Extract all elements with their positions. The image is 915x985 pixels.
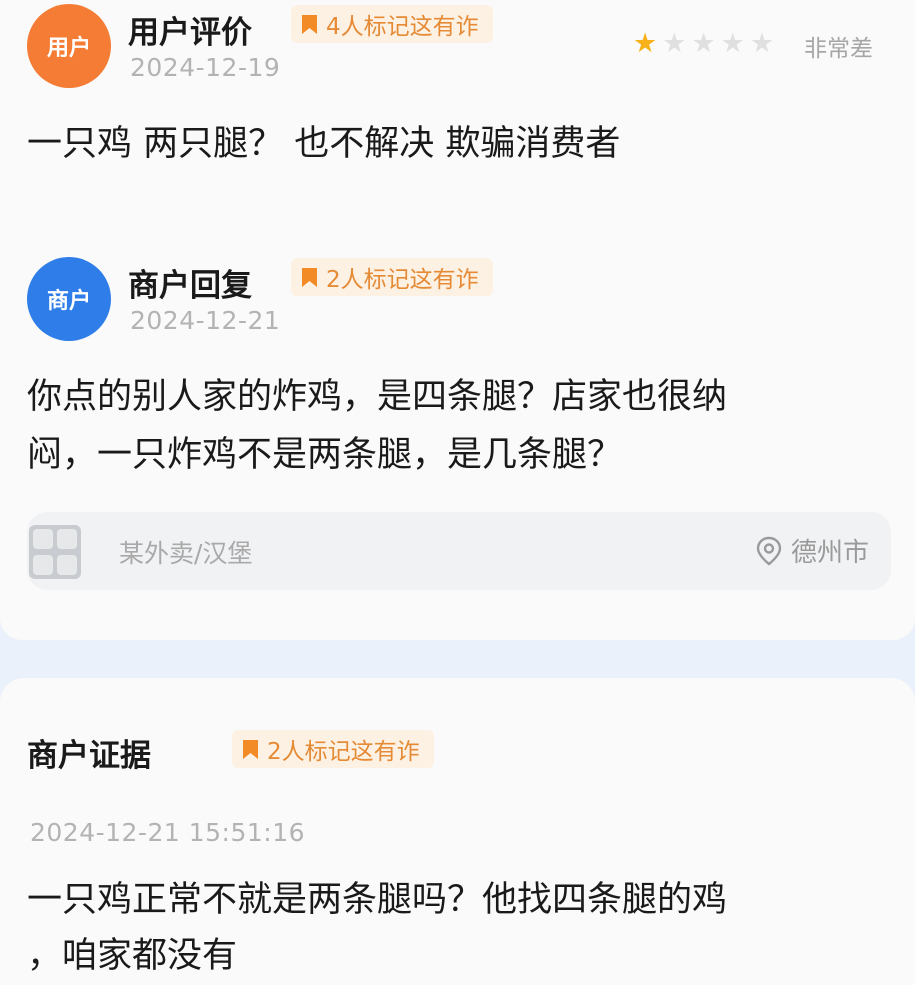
review-card: 用户 用户评价 4人标记这有诈 2024-12-19 ★ ★ ★ ★ ★ 非常差… [0, 0, 915, 640]
review-date: 2024-12-19 [130, 53, 281, 82]
reply-content-line-2: 闷，一只炸鸡不是两条腿，是几条腿？ [27, 435, 623, 475]
star-icon: ★ [720, 28, 745, 59]
shop-thumbnail [29, 525, 81, 579]
bookmark-icon [243, 739, 258, 759]
location-pin-icon [756, 536, 782, 566]
review-title: 用户评价 [128, 15, 252, 51]
reply-title: 商户回复 [128, 268, 252, 304]
evidence-content-line-2: ，咱家都没有 [27, 936, 238, 976]
user-avatar: 用户 [27, 4, 111, 88]
review-content: 一只鸡 两只腿？ 也不解决 欺骗消费者 [27, 124, 621, 164]
merchant-avatar: 商户 [27, 257, 111, 341]
star-icon: ★ [691, 28, 716, 59]
evidence-content-line-1: 一只鸡正常不就是两条腿吗？他找四条腿的鸡 [27, 880, 728, 920]
reply-date: 2024-12-21 [130, 306, 281, 335]
reply-fraud-tag-label: 2人标记这有诈 [326, 267, 479, 293]
shop-location-label: 德州市 [790, 538, 869, 568]
merchant-avatar-label: 商户 [46, 289, 91, 314]
star-icon: ★ [633, 28, 658, 59]
bookmark-icon [302, 267, 317, 287]
rating-text: 非常差 [804, 36, 873, 62]
user-avatar-label: 用户 [46, 36, 91, 61]
review-fraud-tag-label: 4人标记这有诈 [326, 14, 479, 40]
evidence-datetime: 2024-12-21 15:51:16 [30, 818, 306, 847]
rating-stars: ★ ★ ★ ★ ★ [633, 30, 774, 57]
evidence-fraud-tag[interactable]: 2人标记这有诈 [232, 730, 434, 768]
shop-name: 某外卖/汉堡 [119, 539, 253, 568]
bookmark-icon [302, 14, 317, 34]
evidence-title: 商户证据 [27, 738, 151, 774]
evidence-fraud-tag-label: 2人标记这有诈 [267, 739, 420, 765]
star-icon: ★ [662, 28, 687, 59]
reply-content-line-1: 你点的别人家的炸鸡，是四条腿？店家也很纳 [27, 377, 728, 417]
evidence-card: 商户证据 2人标记这有诈 2024-12-21 15:51:16 一只鸡正常不就… [0, 678, 915, 985]
star-icon: ★ [749, 28, 775, 59]
shop-location: 德州市 [755, 532, 869, 569]
review-fraud-tag[interactable]: 4人标记这有诈 [291, 5, 493, 43]
reply-fraud-tag[interactable]: 2人标记这有诈 [291, 258, 493, 296]
shop-bar[interactable]: 某外卖/汉堡 德州市 [27, 512, 891, 590]
